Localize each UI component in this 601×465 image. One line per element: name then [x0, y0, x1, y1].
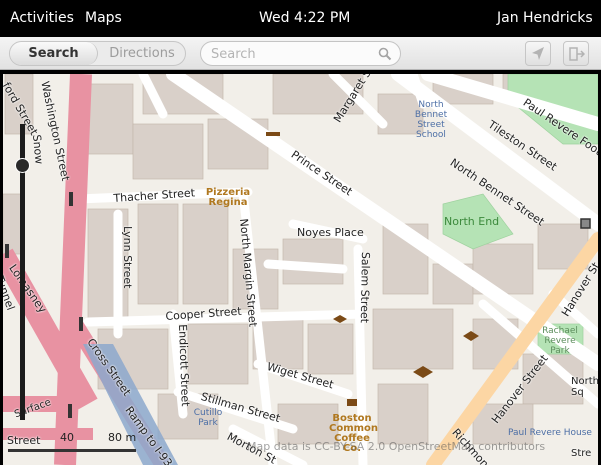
- toolbar: Search Directions: [0, 37, 601, 70]
- map-attribution: Map data is CC-BY-SA 2.0 OpenStreetMap c…: [247, 440, 546, 453]
- locate-button[interactable]: [525, 41, 551, 66]
- tab-search[interactable]: Search: [10, 42, 98, 65]
- poi-cutillo-park[interactable]: Cutillo Park: [193, 408, 223, 428]
- zoom-slider[interactable]: [15, 124, 30, 420]
- poi-pizzeria-regina[interactable]: Pizzeria Regina: [203, 188, 253, 208]
- tab-directions[interactable]: Directions: [98, 42, 185, 65]
- street-snow: Snow: [30, 134, 46, 165]
- poi-school[interactable]: North Bennet Street School: [411, 100, 451, 140]
- mode-tabs: Search Directions: [9, 41, 186, 66]
- scale-label-40: 40: [60, 431, 74, 444]
- exit-icon: [569, 47, 585, 61]
- street-e-label: Stre: [571, 448, 592, 459]
- user-menu[interactable]: Jan Hendricks: [497, 10, 593, 26]
- street-noyes: Noyes Place: [297, 226, 364, 239]
- map-view[interactable]: Washington Street Thacher Street Lynn St…: [3, 74, 598, 465]
- locate-icon: [532, 47, 544, 60]
- poi-north-end[interactable]: North End: [444, 216, 499, 227]
- zoom-handle[interactable]: [15, 158, 30, 173]
- exit-button[interactable]: [563, 41, 589, 66]
- street-salem: Salem Street: [357, 251, 372, 324]
- poi-paul-revere-house[interactable]: Paul Revere House: [508, 428, 592, 438]
- search-input[interactable]: [211, 45, 371, 63]
- street-north-sq: North Sq: [571, 376, 598, 398]
- activities-button[interactable]: Activities: [10, 10, 74, 26]
- clock[interactable]: Wed 4:22 PM: [259, 10, 350, 26]
- street-lynn: Lynn Street: [121, 226, 134, 289]
- app-menu[interactable]: Maps: [85, 10, 122, 26]
- scale-label-80: 80 m: [108, 431, 137, 444]
- scale-bar: 40 80 m: [8, 427, 148, 455]
- scale-line: [8, 449, 136, 452]
- search-box[interactable]: [200, 41, 401, 66]
- search-icon[interactable]: [378, 47, 392, 61]
- top-bar: Activities Maps Wed 4:22 PM Jan Hendrick…: [0, 0, 601, 37]
- poi-rachael-revere-park[interactable]: Rachael Revere Park: [536, 326, 584, 356]
